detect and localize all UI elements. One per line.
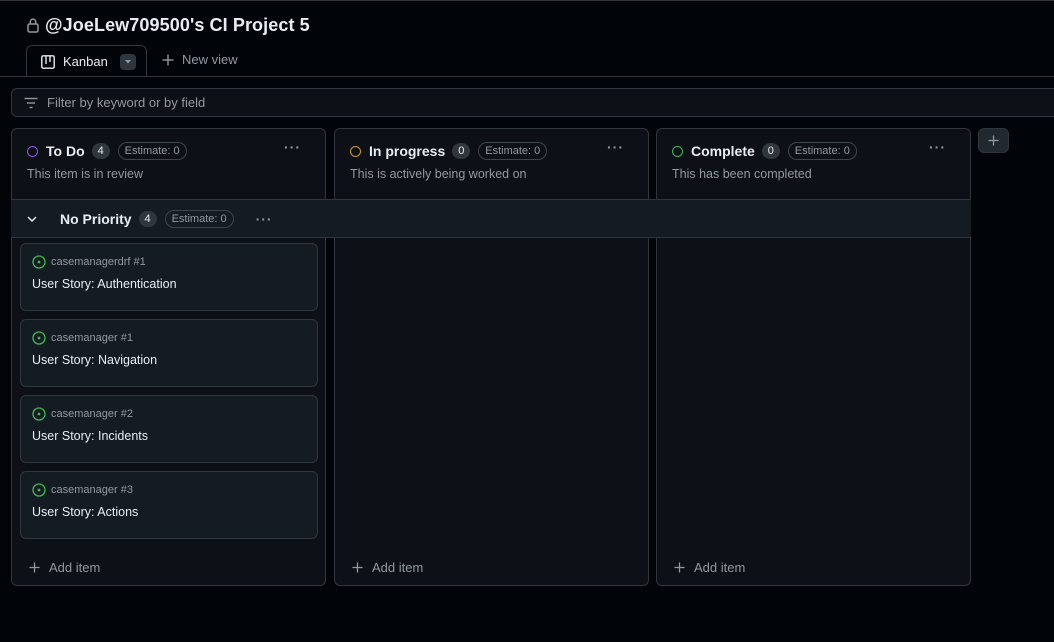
- column-title: To Do: [46, 143, 85, 159]
- add-item-label: Add item: [49, 560, 101, 575]
- group-count: 4: [138, 210, 157, 227]
- column-count: 0: [761, 143, 780, 159]
- column-menu-button[interactable]: ···: [929, 139, 946, 155]
- status-circle-icon: [672, 145, 683, 157]
- triangle-down-icon: [124, 59, 131, 63]
- column-header: Complete 0 Estimate: 0: [672, 142, 857, 160]
- column-in-progress: In progress 0 Estimate: 0 ··· This is ac…: [334, 128, 649, 586]
- card-item[interactable]: casemanager #1 User Story: Navigation: [20, 319, 318, 387]
- group-menu-button[interactable]: ···: [256, 211, 273, 227]
- card-item[interactable]: casemanagerdrf #1 User Story: Authentica…: [20, 243, 318, 311]
- add-item-button[interactable]: Add item: [352, 560, 423, 575]
- card-ref: casemanagerdrf #1: [32, 255, 146, 269]
- tab-kanban-label: Kanban: [63, 54, 108, 69]
- group-header-no-priority: No Priority 4 Estimate: 0 ···: [11, 199, 971, 238]
- add-item-label: Add item: [694, 560, 746, 575]
- tab-divider: [0, 76, 1054, 77]
- tab-kanban[interactable]: Kanban: [26, 45, 147, 77]
- filter-input[interactable]: Filter by keyword or by field: [11, 88, 1054, 117]
- group-estimate: Estimate: 0: [164, 209, 234, 228]
- card-ref-text[interactable]: casemanager #3: [51, 484, 133, 496]
- add-item-button[interactable]: Add item: [29, 560, 100, 575]
- card-title[interactable]: User Story: Navigation: [32, 353, 157, 367]
- column-description: This is actively being worked on: [350, 167, 527, 181]
- card-item[interactable]: casemanager #2 User Story: Incidents: [20, 395, 318, 463]
- column-complete: Complete 0 Estimate: 0 ··· This has been…: [656, 128, 971, 586]
- column-title: In progress: [369, 143, 446, 159]
- plus-icon: [352, 562, 363, 573]
- column-count: 0: [452, 143, 471, 159]
- card-ref: casemanager #2: [32, 407, 133, 421]
- column-header: In progress 0 Estimate: 0: [350, 142, 548, 160]
- column-estimate: Estimate: 0: [478, 142, 548, 160]
- plus-icon: [29, 562, 40, 573]
- chevron-down-icon[interactable]: [27, 214, 37, 224]
- card-item[interactable]: casemanager #3 User Story: Actions: [20, 471, 318, 539]
- tab-options-button[interactable]: [119, 53, 136, 70]
- add-item-button[interactable]: Add item: [674, 560, 745, 575]
- column-estimate: Estimate: 0: [117, 142, 187, 160]
- issue-opened-icon: [32, 331, 46, 345]
- filter-placeholder: Filter by keyword or by field: [47, 95, 206, 110]
- issue-opened-icon: [32, 255, 46, 269]
- card-ref: casemanager #1: [32, 331, 133, 345]
- top-divider: [0, 0, 1054, 1]
- lock-icon: [27, 18, 39, 33]
- card-title[interactable]: User Story: Actions: [32, 505, 138, 519]
- plus-icon: [162, 54, 174, 65]
- status-circle-icon: [27, 145, 38, 157]
- issue-opened-icon: [32, 407, 46, 421]
- column-header: To Do 4 Estimate: 0: [27, 142, 187, 160]
- filter-icon: [24, 97, 38, 108]
- card-title[interactable]: User Story: Incidents: [32, 429, 148, 443]
- column-title: Complete: [691, 143, 755, 159]
- plus-icon: [674, 562, 685, 573]
- card-ref-text[interactable]: casemanager #1: [51, 332, 133, 344]
- card-ref-text[interactable]: casemanagerdrf #1: [51, 256, 146, 268]
- add-column-button[interactable]: [978, 128, 1009, 153]
- card-ref-text[interactable]: casemanager #2: [51, 408, 133, 420]
- plus-icon: [988, 135, 999, 146]
- card-title[interactable]: User Story: Authentication: [32, 277, 177, 291]
- column-description: This has been completed: [672, 167, 812, 181]
- column-count: 4: [91, 143, 110, 159]
- status-circle-icon: [350, 145, 361, 157]
- table-icon: [41, 54, 55, 69]
- new-view-label: New view: [182, 52, 238, 67]
- issue-opened-icon: [32, 483, 46, 497]
- group-title: No Priority: [60, 210, 132, 227]
- column-description: This item is in review: [27, 167, 143, 181]
- new-view-button[interactable]: New view: [162, 52, 238, 67]
- project-title[interactable]: @JoeLew709500's CI Project 5: [45, 15, 310, 36]
- add-item-label: Add item: [372, 560, 424, 575]
- column-menu-button[interactable]: ···: [284, 139, 301, 155]
- project-header: @JoeLew709500's CI Project 5: [26, 12, 310, 38]
- card-ref: casemanager #3: [32, 483, 133, 497]
- column-menu-button[interactable]: ···: [607, 139, 624, 155]
- column-estimate: Estimate: 0: [787, 142, 857, 160]
